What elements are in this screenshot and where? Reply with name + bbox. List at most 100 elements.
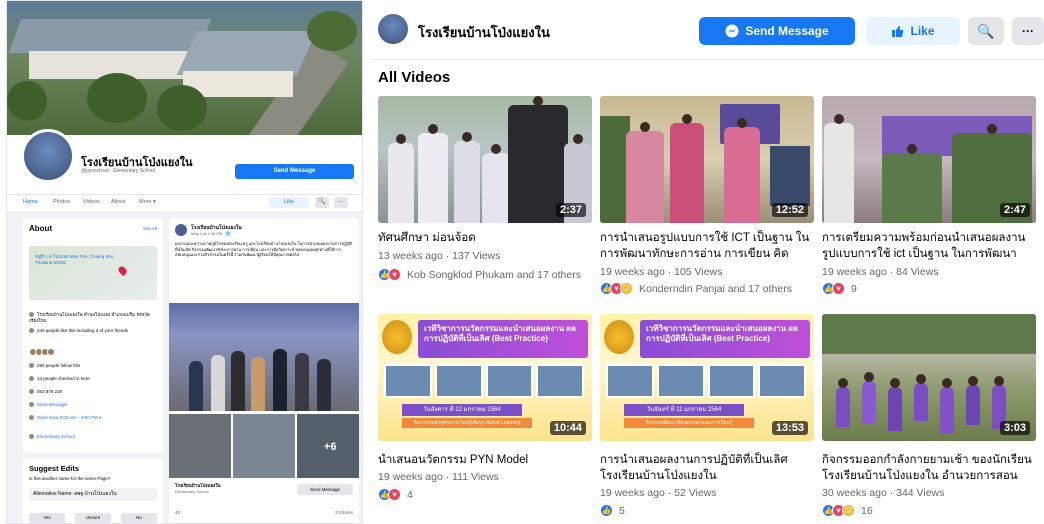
follow-icon <box>29 363 34 369</box>
send-message-button-top[interactable]: Send Message <box>699 17 855 45</box>
banner-date: วันอังคาร ที่ 12 มกราคม 2564 <box>402 404 522 416</box>
facebook-page-overview: โรงเรียนบ้านโป่งแยงใน @pynschool · Eleme… <box>6 0 363 524</box>
video-thumbnail[interactable]: 3:03 <box>822 314 1036 441</box>
suggest-question: Is this another name for the same Page? <box>29 476 111 481</box>
search-icon-top[interactable]: 🔍 <box>968 17 1004 45</box>
video-reactions[interactable]: 👍 ♥ 4 <box>378 488 413 501</box>
category-icon <box>29 434 34 440</box>
about-card: About See All หมู่ที่ 1 ต.โป่งแยง Mae Ri… <box>23 218 163 453</box>
yes-button[interactable]: Yes <box>29 513 65 523</box>
video-title[interactable]: นำเสนอนวัตกรรม PYN Model <box>378 452 592 468</box>
video-title[interactable]: การนำเสนอรูปแบบการใช้ ICT เป็นฐาน ในการพ… <box>600 230 814 262</box>
friend-avatars <box>29 348 55 356</box>
like-button[interactable]: Like <box>269 197 309 208</box>
post-photo-3[interactable] <box>233 414 295 478</box>
post-page-name[interactable]: โรงเรียนบ้านโป่งแยงใน <box>175 482 221 489</box>
video-thumbnail[interactable]: เวทีวิชาการนวัตกรรมและนำเสนอผลงาน ผลการป… <box>600 314 814 441</box>
cover-photo[interactable] <box>7 1 362 135</box>
post-avatar[interactable] <box>175 224 187 236</box>
video-thumbnail[interactable]: 12:52 <box>600 96 814 223</box>
banner-title: เวทีวิชาการนวัตกรรมและนำเสนอผลงาน ผลการป… <box>418 320 588 358</box>
post-photo[interactable] <box>169 303 359 411</box>
banner-subtitle: กิจกรรมหลักสูตรการเรียนรู้เชิงรุก Active… <box>402 418 532 428</box>
school-logo-icon <box>382 320 412 354</box>
banner-title: เวทีวิชาการนวัตกรรมและนำเสนอผลงาน ผลการป… <box>640 320 810 358</box>
page-name-topbar[interactable]: โรงเรียนบ้านโป่งแยงใน <box>418 22 550 43</box>
see-all-link[interactable]: See All <box>143 226 157 231</box>
tab-home[interactable]: Home <box>23 199 38 205</box>
send-message-button[interactable]: Send Message <box>235 164 354 179</box>
video-reactions[interactable]: 👍 ♥ 😮 Konderndin Panjai and 17 others <box>600 282 792 295</box>
video-meta: 19 weeks ago · 84 Views <box>822 266 939 278</box>
about-hours[interactable]: Open Now 8:00 AM – 4:00 PM ▾ <box>29 415 157 421</box>
like-icon <box>29 328 34 334</box>
video-reactions[interactable]: 👍 ♥ 9 <box>822 282 857 295</box>
location-icon <box>29 312 34 318</box>
video-thumbnail[interactable]: 2:37 <box>378 96 592 223</box>
school-logo-icon <box>604 320 634 354</box>
unsure-button[interactable]: Unsure <box>75 513 111 523</box>
about-likes: 240 people like this including 3 of your… <box>29 328 157 334</box>
page-avatar-small[interactable] <box>378 14 408 44</box>
map-address[interactable]: หมู่ที่ 1 ต.โป่งแยง Mae Rim, Chiang Mai,… <box>35 254 115 266</box>
video-duration: 2:37 <box>555 203 586 217</box>
video-thumbnail[interactable]: 2:47 <box>822 96 1036 223</box>
post-reaction-count[interactable]: 48 <box>175 510 180 515</box>
video-meta: 19 weeks ago · 111 Views <box>378 471 499 483</box>
video-reactions[interactable]: 👍 5 <box>600 504 625 517</box>
about-category[interactable]: Elementary School <box>29 434 157 440</box>
tab-videos[interactable]: Videos <box>83 199 100 205</box>
video-meta: 30 weeks ago · 344 Views <box>822 487 945 499</box>
page-tabs: Home Photos Videos About More ▾ <box>7 194 362 211</box>
video-duration: 3:03 <box>999 421 1030 435</box>
more-photos-count[interactable]: +6 <box>324 441 337 453</box>
video-thumbnail[interactable]: เวทีวิชาการนวัตกรรมและนำเสนอผลงาน ผลการป… <box>378 314 592 441</box>
no-button[interactable]: No <box>121 513 157 523</box>
love-reaction-icon: ♥ <box>832 282 845 295</box>
video-reactions[interactable]: 👍 ♥ Kob Songklod Phukam and 17 others <box>378 268 581 281</box>
about-title: About <box>29 224 53 233</box>
tab-photos[interactable]: Photos <box>53 199 70 205</box>
suggest-edits-card: Suggest Edits Is this another name for t… <box>23 458 163 523</box>
messenger-icon <box>725 24 739 38</box>
screenshot-root: โรงเรียนบ้านโป่งแยงใน @pynschool · Eleme… <box>0 0 1044 524</box>
video-meta: 19 weeks ago · 52 Views <box>600 487 717 499</box>
video-title[interactable]: กิจกรรมออกกำลังกายยามเช้า ของนักเรียนโรง… <box>822 452 1036 484</box>
video-duration: 12:52 <box>771 203 808 217</box>
video-title[interactable]: การนำเสนอผลงานการปฏิบัติที่เป็นเลิศ โรงเ… <box>600 452 814 484</box>
tab-about[interactable]: About <box>111 199 125 205</box>
about-send-message[interactable]: Send Message <box>29 402 157 408</box>
about-follows: 250 people follow this <box>29 363 157 369</box>
page-handle: @pynschool · Elementary School <box>81 168 155 174</box>
post-share-count[interactable]: 3 Shares <box>335 510 353 515</box>
page-avatar[interactable] <box>21 129 75 183</box>
messenger-icon <box>29 402 34 408</box>
about-phone[interactable]: 053 879 229 <box>29 389 157 395</box>
checkin-icon <box>29 376 34 382</box>
love-reaction-icon: ♥ <box>388 488 401 501</box>
video-meta: 13 weeks ago · 137 Views <box>378 250 501 262</box>
alternative-name: Alternative Name: สพฐ.บ้านโป่งแยงใน <box>29 488 157 501</box>
tab-more[interactable]: More ▾ <box>139 199 156 205</box>
search-icon[interactable]: 🔍 <box>315 197 329 208</box>
more-options-icon[interactable]: ··· <box>1012 17 1044 45</box>
video-reactions[interactable]: 👍 ♥ 😮 16 <box>822 504 873 517</box>
banner-subtitle: กิจกรรมพัฒนาทักษะภาษาและการเรียนรู้ <box>624 418 754 428</box>
clock-icon <box>29 415 34 421</box>
video-title[interactable]: ทัศนศึกษา ม่อนจ้อด <box>378 230 592 246</box>
like-reaction-icon: 👍 <box>600 504 613 517</box>
banner-date: วันจันทร์ ที่ 11 มกราคม 2564 <box>624 404 744 416</box>
love-reaction-icon: ♥ <box>388 268 401 281</box>
wow-reaction-icon: 😮 <box>620 282 633 295</box>
map-pin-icon <box>116 264 129 277</box>
post-send-message-button[interactable]: Send Message <box>297 484 353 495</box>
post-text: ผลงานและความภาคภูมิใจของนักเรียน ครู และ… <box>175 241 352 257</box>
video-title[interactable]: การเตรียมความพร้อมก่อนนำเสนอผลงาน รูปแบบ… <box>822 230 1036 262</box>
more-icon[interactable]: ··· <box>334 197 348 208</box>
phone-icon <box>29 389 34 395</box>
post-date[interactable]: May 4 at 2:46 PM · 🌐 <box>191 231 231 236</box>
location-map[interactable]: หมู่ที่ 1 ต.โป่งแยง Mae Rim, Chiang Mai,… <box>29 246 157 300</box>
like-button-top[interactable]: Like <box>866 17 960 45</box>
post-photo-2[interactable] <box>169 414 231 478</box>
section-title: All Videos <box>378 69 451 86</box>
